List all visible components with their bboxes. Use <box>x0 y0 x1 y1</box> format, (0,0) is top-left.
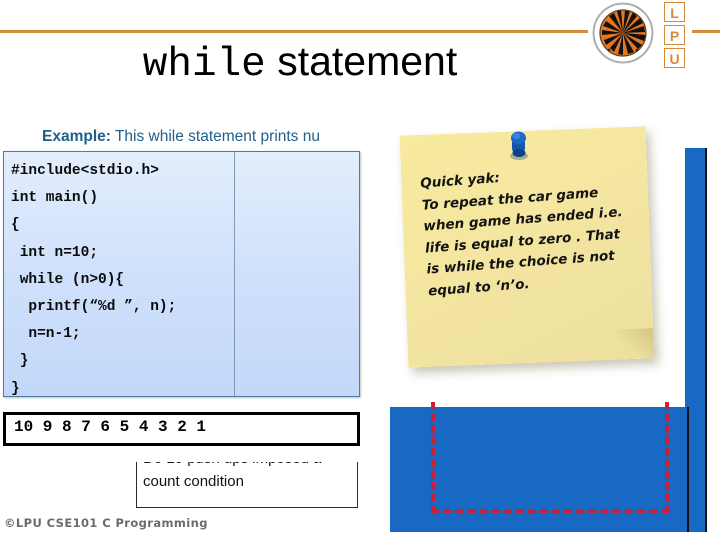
lpu-letter-p: P <box>664 25 685 45</box>
red-dashed-frame <box>431 402 669 513</box>
footer-copyright: ©LPU CSE101 C Programming <box>4 516 208 530</box>
lpu-seal-icon <box>592 2 654 64</box>
annotation-line-1: Do 10 push ups imposed a <box>143 462 321 467</box>
code-listing-box: #include<stdio.h> int main() { int n=10;… <box>3 151 360 397</box>
program-output-text: 10 9 8 7 6 5 4 3 2 1 <box>14 418 207 436</box>
example-caption: Example: This while statement prints nu <box>42 128 320 146</box>
slide-canvas: L P U while statement Example: This whil… <box>0 0 720 540</box>
code-listing-text: #include<stdio.h> int main() { int n=10;… <box>11 163 177 397</box>
example-text: This while statement prints nu <box>110 128 320 145</box>
annotation-box: Do 10 push ups imposed a count condition <box>136 462 358 508</box>
page-title: while statement <box>0 38 600 88</box>
page-title-keyword: while <box>142 42 266 88</box>
lpu-logo <box>592 2 656 66</box>
blue-pushpin-icon <box>510 131 528 160</box>
lpu-letters: L P U <box>664 2 686 68</box>
example-label: Example: <box>42 128 111 145</box>
lpu-letter-u: U <box>664 48 685 68</box>
annotation-line-2: count condition <box>143 473 244 490</box>
program-output-box: 10 9 8 7 6 5 4 3 2 1 <box>3 412 360 446</box>
blue-sidebar-accent <box>685 148 705 532</box>
page-title-word: statement <box>265 38 458 84</box>
code-box-divider <box>234 152 235 396</box>
sticky-note-text: Quick yak: To repeat the car game when g… <box>419 169 624 299</box>
header-rule-left <box>0 30 588 33</box>
lpu-letter-l: L <box>664 2 685 22</box>
header-rule-right <box>692 30 720 33</box>
